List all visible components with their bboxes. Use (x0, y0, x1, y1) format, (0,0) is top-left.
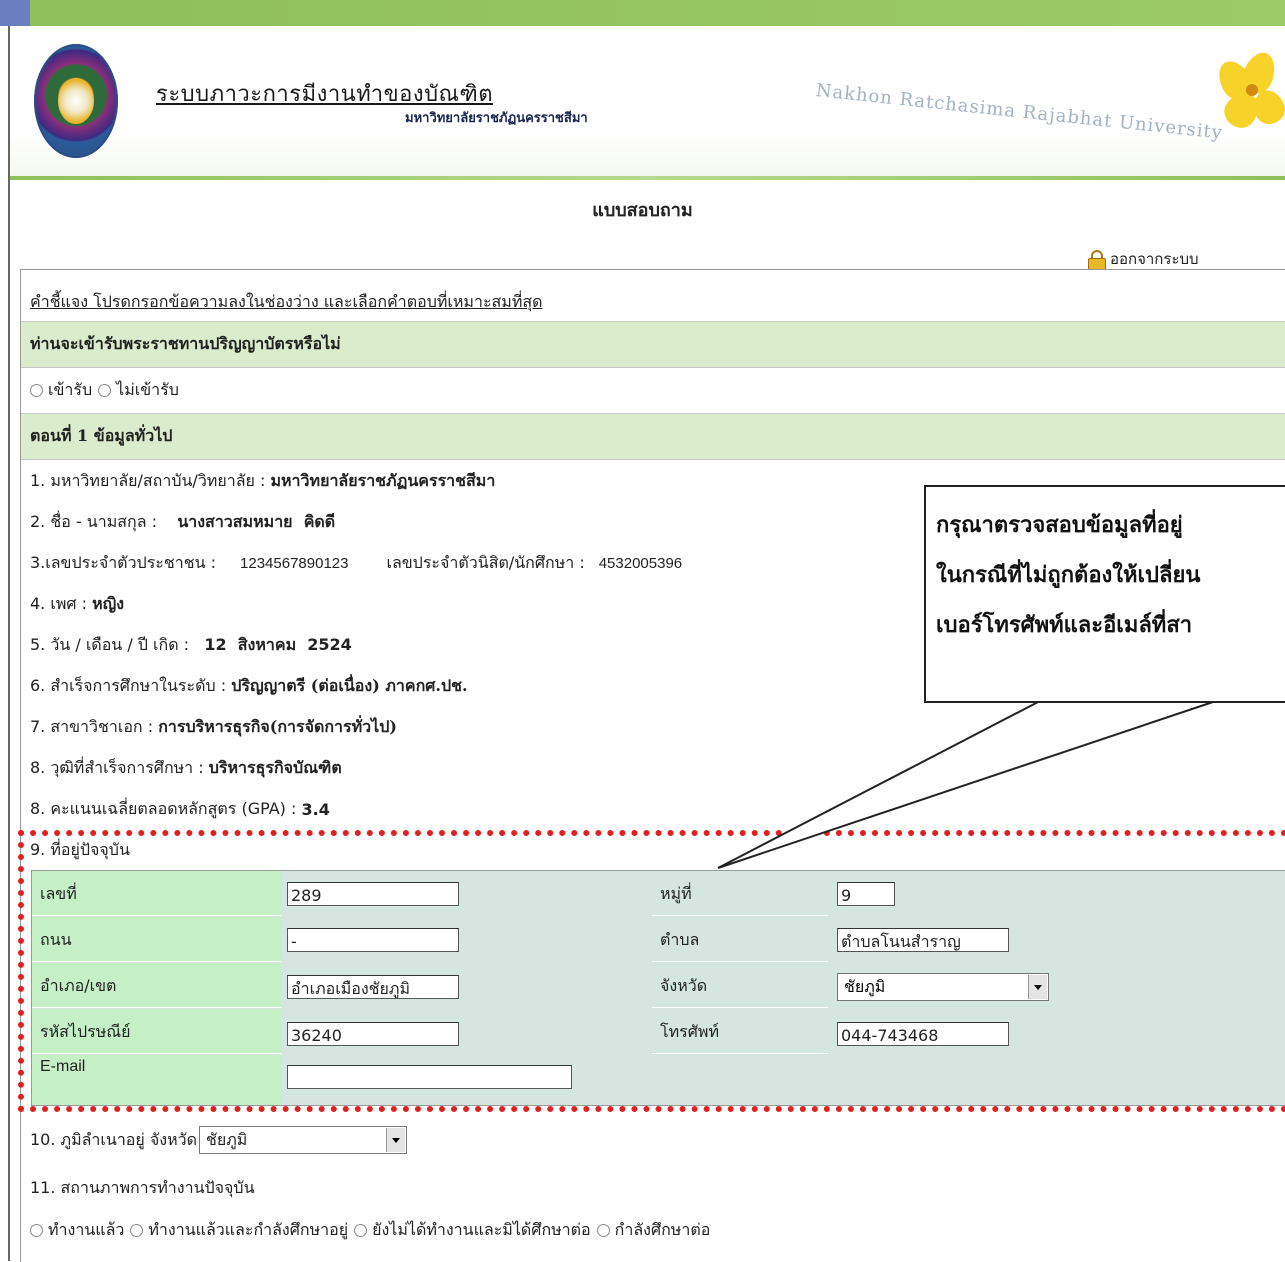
callout-line-3: เบอร์โทรศัพท์และอีเมล์ที่สา (936, 613, 1193, 638)
callout-line-2: ในกรณีที่ไม่ถูกต้องให้เปลี่ยน (936, 563, 1201, 588)
address-check-callout: กรุณาตรวจสอบข้อมูลที่อยู่ ในกรณีที่ไม่ถู… (924, 485, 1285, 703)
callout-line-1: กรุณาตรวจสอบข้อมูลที่อยู่ (936, 513, 1183, 538)
